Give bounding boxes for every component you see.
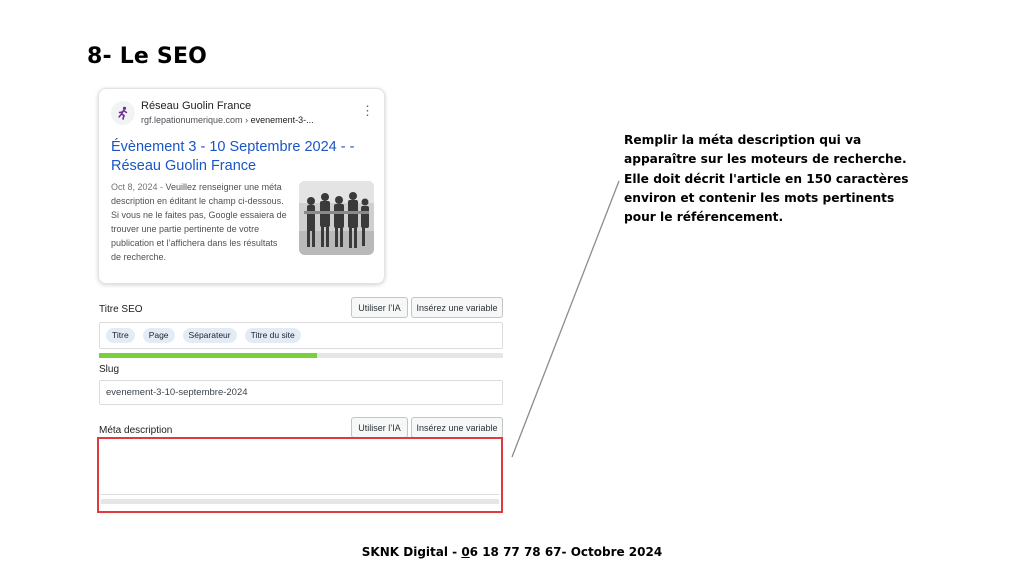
footer-underlined: 0 <box>461 545 470 559</box>
annotation-text: Remplir la méta description qui va appar… <box>624 133 909 225</box>
footer-text: SKNK Digital - 06 18 77 78 67- Octobre 2… <box>0 545 1024 559</box>
footer-before: SKNK Digital - <box>361 545 462 559</box>
annotation-pointer-line <box>511 180 620 458</box>
footer-after: 6 18 77 78 67- Octobre 2024 <box>469 545 663 559</box>
